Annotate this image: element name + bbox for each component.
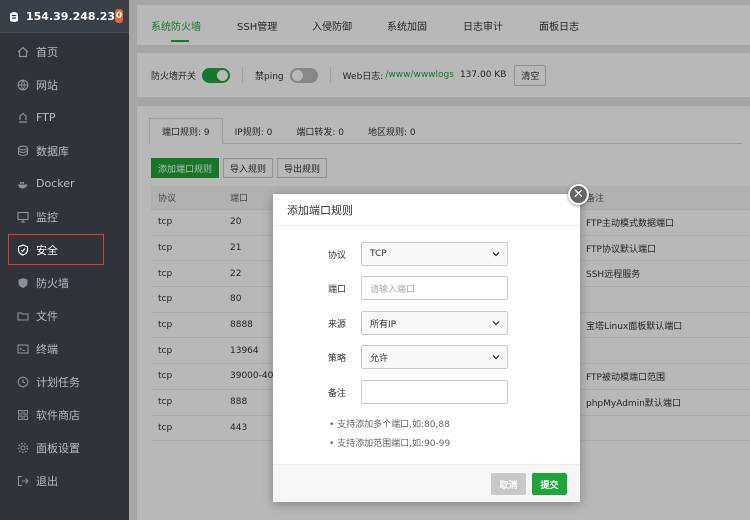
sidebar-item-7[interactable]: 安全 <box>0 233 129 266</box>
sidebar-item-1[interactable]: 首页 <box>0 35 129 68</box>
chevron-down-icon <box>492 252 500 257</box>
apps-icon <box>17 409 29 421</box>
sidebar-item-12[interactable]: 软件商店 <box>0 398 129 431</box>
protocol-label: 协议 <box>327 250 346 261</box>
cancel-button[interactable]: 取消 <box>491 473 526 495</box>
sidebar-item-label: Docker <box>36 177 75 190</box>
sidebar-item-9[interactable]: 文件 <box>0 299 129 332</box>
add-port-rule-dialog: 添加端口规则 协议 TCP 端口 请输入端口 来源 所有IP 策略 允许 备注 <box>273 194 580 502</box>
server-ip: 154.39.248.23 <box>26 9 116 23</box>
sidebar-item-8[interactable]: 防火墙 <box>0 266 129 299</box>
note-label: 备注 <box>327 388 346 399</box>
ftp-icon <box>17 112 29 124</box>
sidebar-item-10[interactable]: 终端 <box>0 332 129 365</box>
strategy-row: 策略 允许 <box>273 345 580 369</box>
clock-icon <box>17 376 29 388</box>
submit-button[interactable]: 提交 <box>532 473 567 495</box>
sidebar-item-4[interactable]: 数据库 <box>0 134 129 167</box>
notification-badge[interactable]: 0 <box>115 9 123 23</box>
terminal-icon <box>17 343 29 355</box>
source-row: 来源 所有IP <box>273 311 580 335</box>
globe-icon <box>17 79 29 91</box>
sidebar-item-11[interactable]: 计划任务 <box>0 365 129 398</box>
source-value: 所有IP <box>370 319 397 330</box>
protocol-row: 协议 TCP <box>273 242 580 266</box>
port-label: 端口 <box>327 284 346 295</box>
server-header: 154.39.248.23 0 <box>0 0 129 33</box>
sidebar-item-label: 数据库 <box>36 144 69 158</box>
sidebar-item-14[interactable]: 退出 <box>0 464 129 497</box>
protocol-select[interactable]: TCP <box>361 242 508 266</box>
close-icon[interactable]: ✕ <box>568 184 589 205</box>
dialog-title: 添加端口规则 <box>273 194 580 226</box>
sidebar-item-label: 软件商店 <box>36 408 80 422</box>
sidebar-item-label: 退出 <box>36 474 58 488</box>
strategy-value: 允许 <box>370 353 389 364</box>
protocol-value: TCP <box>370 249 387 259</box>
sidebar-item-label: 网站 <box>36 78 58 92</box>
sidebar-item-label: 防火墙 <box>36 276 69 290</box>
database-icon <box>17 145 29 157</box>
sidebar-item-label: FTP <box>36 111 56 124</box>
sidebar-item-label: 终端 <box>36 342 58 356</box>
strategy-select[interactable]: 允许 <box>361 345 508 369</box>
dialog-footer: 取消 提交 <box>273 464 580 502</box>
hint-port-range: • 支持添加范围端口,如:90-99 <box>329 439 451 449</box>
sidebar-item-6[interactable]: 监控 <box>0 200 129 233</box>
port-input[interactable]: 请输入端口 <box>361 276 508 300</box>
note-input[interactable] <box>361 380 508 404</box>
sidebar: 154.39.248.23 0 首页网站 FTP 数据库 Docker 监控安全防火墙文… <box>0 0 129 520</box>
sidebar-item-label: 面板设置 <box>36 441 80 455</box>
hint-multi-port: • 支持添加多个端口,如:80,88 <box>329 420 450 430</box>
note-row: 备注 <box>273 380 580 404</box>
chevron-down-icon <box>492 355 500 360</box>
home-icon <box>17 46 29 58</box>
selection-highlight <box>8 234 104 265</box>
folder-icon <box>17 310 29 322</box>
sidebar-item-label: 首页 <box>36 45 58 59</box>
sidebar-item-label: 监控 <box>36 210 58 224</box>
sidebar-item-3[interactable]: FTP <box>0 101 129 134</box>
logout-icon <box>17 475 29 487</box>
firewall-icon <box>17 277 29 289</box>
docker-icon <box>17 178 29 190</box>
chevron-down-icon <box>492 321 500 326</box>
monitor-icon <box>17 211 29 223</box>
strategy-label: 策略 <box>327 353 346 364</box>
source-select[interactable]: 所有IP <box>361 311 508 335</box>
gear-icon <box>17 442 29 454</box>
source-label: 来源 <box>327 319 346 330</box>
port-row: 端口 请输入端口 <box>273 276 580 300</box>
server-logo-icon <box>8 10 20 23</box>
sidebar-item-5[interactable]: Docker <box>0 167 129 200</box>
sidebar-item-label: 计划任务 <box>36 375 80 389</box>
sidebar-item-label: 文件 <box>36 309 58 323</box>
port-placeholder: 请输入端口 <box>370 284 416 295</box>
sidebar-item-2[interactable]: 网站 <box>0 68 129 101</box>
sidebar-item-13[interactable]: 面板设置 <box>0 431 129 464</box>
